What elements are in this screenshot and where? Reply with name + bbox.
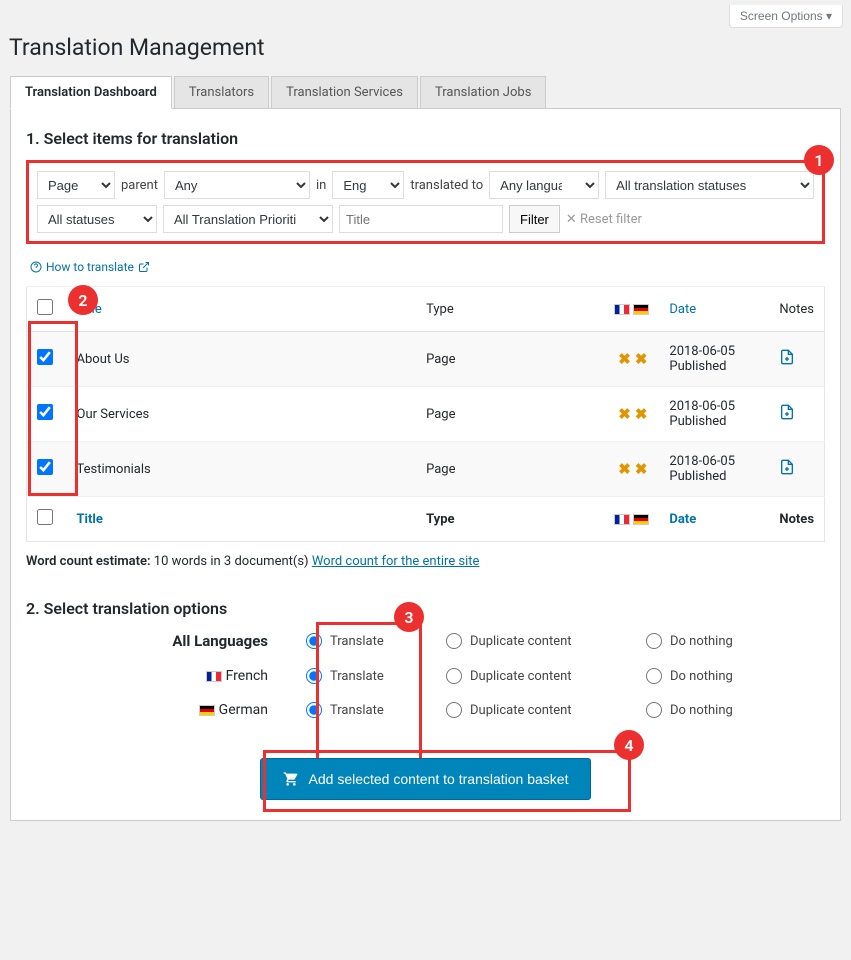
page-title: Translation Management [0,28,851,76]
status-de-icon: ✖ [635,460,648,478]
row-date: 2018-06-05Published [659,387,769,442]
label-in: in [316,178,326,193]
all-duplicate-radio[interactable]: Duplicate content [446,633,646,649]
status-fr-icon: ✖ [618,460,631,478]
label-parent: parent [121,178,158,193]
all-nothing-radio[interactable]: Do nothing [646,633,806,649]
french-nothing-radio[interactable]: Do nothing [646,668,806,684]
notes-icon[interactable] [779,459,795,475]
section-1-title: 1. Select items for translation [26,129,825,148]
th-date-footer[interactable]: Date [669,512,696,527]
th-title-footer[interactable]: Title [77,512,103,527]
row-date: 2018-06-05Published [659,332,769,387]
how-to-translate-link[interactable]: How to translate [26,254,825,286]
flag-fr-icon [614,514,630,525]
th-type: Type [416,287,599,332]
select-all-checkbox-footer[interactable] [37,509,53,525]
reset-filter-link[interactable]: ✕ Reset filter [566,212,642,227]
flag-de-icon [199,705,215,716]
callout-3: 3 [394,602,424,632]
word-count-link[interactable]: Word count for the entire site [312,554,480,569]
row-checkbox[interactable] [37,349,53,365]
tabs: Translation Dashboard Translators Transl… [10,76,841,109]
table-row: Testimonials Page ✖✖ 2018-06-05Published [27,442,825,497]
all-translate-radio[interactable]: Translate [306,633,446,649]
status-fr-icon: ✖ [618,350,631,368]
filter-translation-status-select[interactable]: All translation statuses [605,171,814,199]
filter-type-select[interactable]: Page [37,171,115,199]
filter-parent-select[interactable]: Any [164,171,310,199]
help-icon [30,261,42,273]
add-to-basket-button[interactable]: Add selected content to translation bask… [260,758,592,800]
th-type-footer: Type [416,497,599,542]
callout-4: 4 [614,730,644,760]
filter-target-lang-select[interactable]: Any language [489,171,599,199]
filter-title-input[interactable] [339,205,503,233]
row-type: Page [416,332,599,387]
row-type: Page [416,387,599,442]
tab-translation-jobs[interactable]: Translation Jobs [420,76,546,108]
tab-translators[interactable]: Translators [174,76,269,108]
german-nothing-radio[interactable]: Do nothing [646,702,806,718]
filter-priority-select[interactable]: All Translation Priorities [163,205,333,233]
flag-fr-icon [614,304,630,315]
callout-1: 1 [804,145,834,175]
external-link-icon [138,261,150,273]
translation-options-grid: All Languages Translate Duplicate conten… [26,632,825,718]
flag-de-icon [633,514,649,525]
callout-2: 2 [68,285,98,315]
row-checkbox[interactable] [37,459,53,475]
filter-source-lang-select[interactable]: English [332,171,404,199]
items-table: Title Type Date Notes About Us Page ✖✖ 2… [26,286,825,542]
row-title: Testimonials [67,442,417,497]
french-duplicate-radio[interactable]: Duplicate content [446,668,646,684]
flag-de-icon [633,304,649,315]
table-row: About Us Page ✖✖ 2018-06-05Published [27,332,825,387]
table-row: Our Services Page ✖✖ 2018-06-05Published [27,387,825,442]
select-all-checkbox[interactable] [37,299,53,315]
word-count: Word count estimate: 10 words in 3 docum… [26,554,825,569]
notes-icon[interactable] [779,404,795,420]
tab-translation-dashboard[interactable]: Translation Dashboard [10,76,172,109]
th-notes: Notes [769,287,824,332]
filter-status-select[interactable]: All statuses [37,205,157,233]
filters-panel: 1 Page parent Any in English translated … [26,160,825,244]
flag-fr-icon [206,671,222,682]
filter-button[interactable]: Filter [509,205,560,233]
lang-german-label: German [26,702,306,718]
lang-french-label: French [26,668,306,684]
tab-translation-services[interactable]: Translation Services [271,76,418,108]
cart-icon [283,771,299,787]
section-2-title: 2. Select translation options [26,599,825,618]
french-translate-radio[interactable]: Translate [306,668,446,684]
th-date[interactable]: Date [669,302,696,317]
lang-all-label: All Languages [26,632,306,650]
row-type: Page [416,442,599,497]
status-de-icon: ✖ [635,350,648,368]
row-date: 2018-06-05Published [659,442,769,497]
row-checkbox[interactable] [37,404,53,420]
status-fr-icon: ✖ [618,405,631,423]
german-translate-radio[interactable]: Translate [306,702,446,718]
row-title: About Us [67,332,417,387]
status-de-icon: ✖ [635,405,648,423]
notes-icon[interactable] [779,349,795,365]
row-title: Our Services [67,387,417,442]
label-translated-to: translated to [410,178,483,193]
th-notes-footer: Notes [769,497,824,542]
screen-options-button[interactable]: Screen Options ▾ [729,5,843,28]
screen-options-label: Screen Options [740,9,823,23]
german-duplicate-radio[interactable]: Duplicate content [446,702,646,718]
